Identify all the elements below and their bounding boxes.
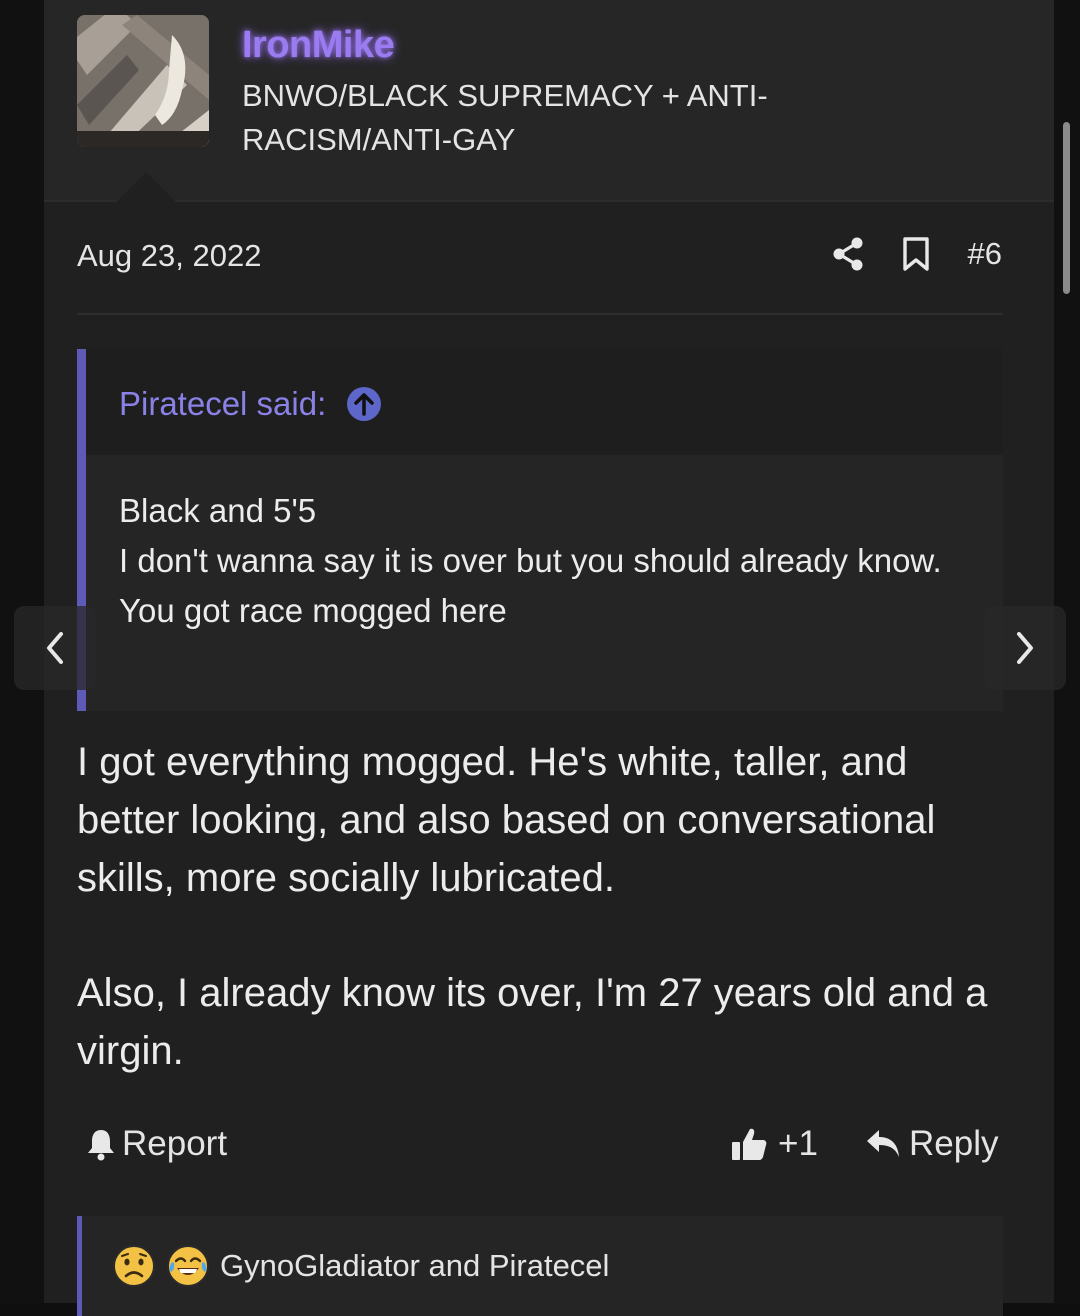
arrow-up-circle-icon[interactable] [346, 386, 382, 422]
reply-button[interactable]: Reply [865, 1124, 998, 1164]
post-paragraph: Also, I already know its over, I'm 27 ye… [77, 971, 988, 1073]
reactions-summary[interactable]: GynoGladiator and Piratecel [112, 1244, 609, 1288]
quote-body: Black and 5'5 I don't wanna say it is ov… [119, 486, 959, 636]
quote-header: Piratecel said: [86, 349, 1003, 455]
next-post-button[interactable] [984, 606, 1066, 690]
quote-attribution[interactable]: Piratecel said: [119, 385, 382, 423]
chevron-left-icon [43, 630, 67, 666]
bell-icon [86, 1127, 116, 1161]
report-button[interactable]: Report [86, 1124, 227, 1164]
avatar-image [77, 15, 209, 147]
like-count: +1 [778, 1124, 818, 1163]
post-meta-actions: #6 [832, 236, 1002, 272]
divider [77, 313, 1003, 315]
quote-block: Piratecel said: Black and 5'5 I don't wa… [77, 349, 1003, 711]
quote-line: Black and 5'5 [119, 492, 317, 529]
post-number[interactable]: #6 [968, 236, 1002, 272]
prev-post-button[interactable] [14, 606, 96, 690]
scrollbar[interactable] [1063, 122, 1070, 294]
reactions-bar[interactable]: GynoGladiator and Piratecel [77, 1216, 1003, 1316]
post-body: I got everything mogged. He's white, tal… [77, 733, 1007, 1080]
report-label: Report [122, 1124, 228, 1163]
quote-author-label[interactable]: Piratecel said: [119, 385, 326, 423]
thumbs-up-icon [730, 1126, 768, 1162]
avatar[interactable] [77, 15, 209, 147]
quote-line: I don't wanna say it is over but you sho… [119, 542, 942, 579]
quote-line: You got race mogged here [119, 592, 507, 629]
post-date[interactable]: Aug 23, 2022 [77, 238, 261, 274]
share-icon[interactable] [832, 237, 864, 271]
reply-label: Reply [909, 1124, 999, 1163]
chevron-right-icon [1013, 630, 1037, 666]
reactions-users[interactable]: GynoGladiator and Piratecel [220, 1248, 609, 1284]
crying-laughing-icon [166, 1244, 210, 1288]
reply-icon [865, 1128, 901, 1160]
post-paragraph: I got everything mogged. He's white, tal… [77, 740, 936, 900]
username[interactable]: IronMike [242, 24, 395, 67]
user-title: BNWO/BLACK SUPREMACY + ANTI-RACISM/ANTI-… [242, 78, 768, 157]
sad-face-icon [112, 1244, 156, 1288]
like-button[interactable]: +1 [730, 1124, 818, 1164]
bookmark-icon[interactable] [902, 237, 930, 271]
header-notch [116, 172, 176, 202]
